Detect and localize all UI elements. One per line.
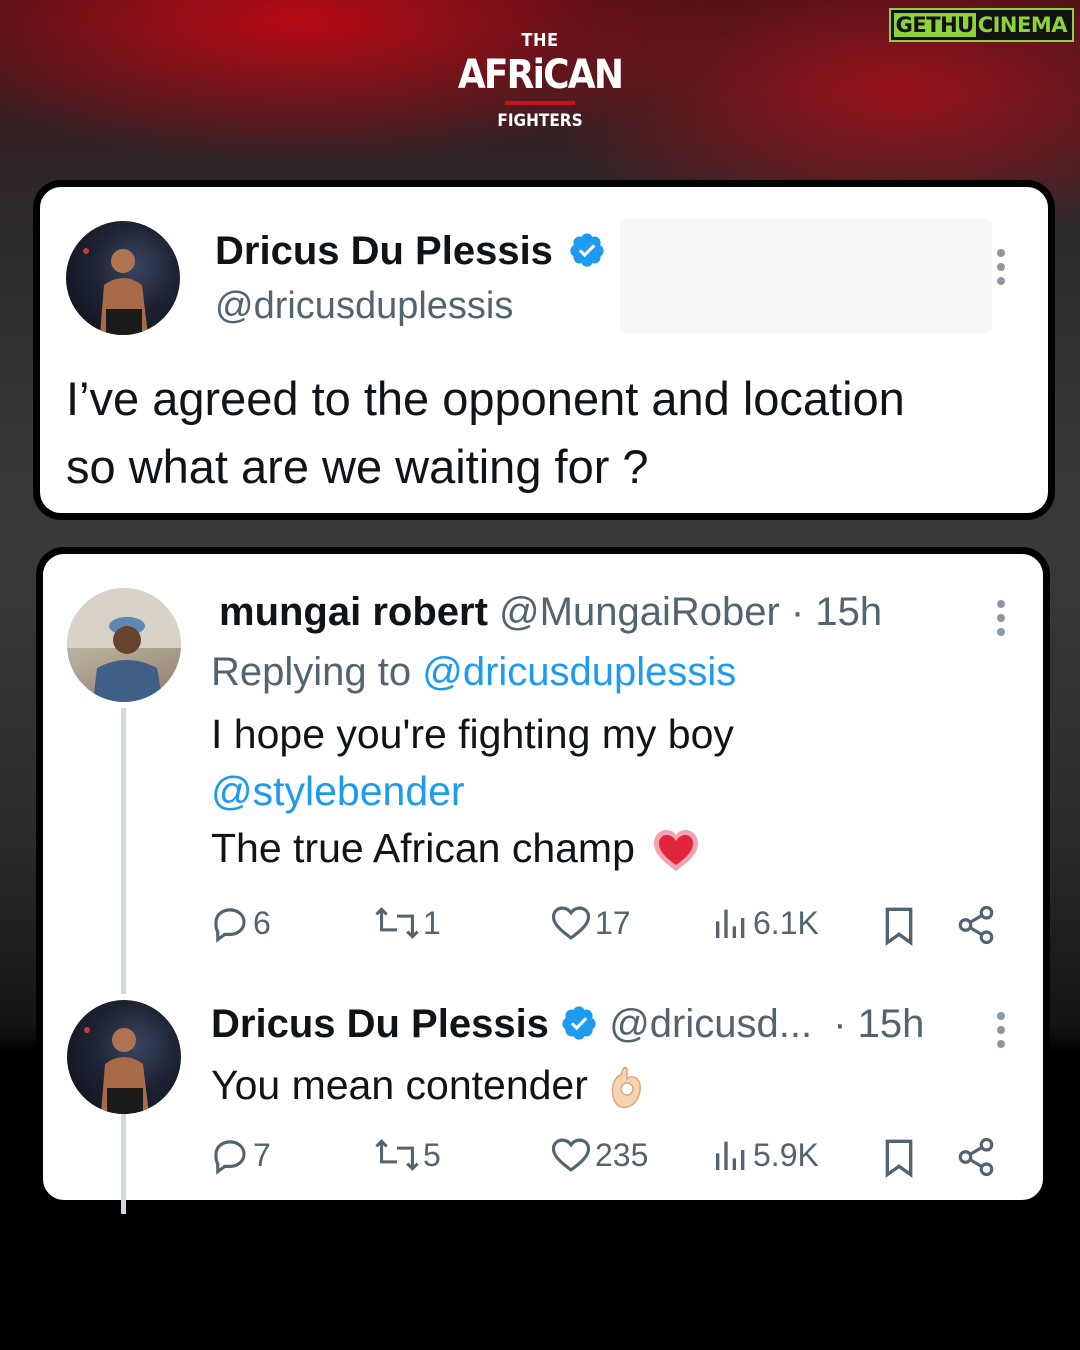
reply1-text-line1: I hope you're fighting my boy bbox=[211, 711, 734, 757]
replying-to: Replying to @dricusduplessis bbox=[211, 650, 736, 695]
reply1-author-handle[interactable]: @MungaiRober bbox=[499, 590, 780, 634]
tweet-text: I’ve agreed to the opponent and location… bbox=[66, 365, 905, 501]
african-fighters-logo: THE AFRiCAN FIGHTERS bbox=[440, 30, 640, 131]
thread-connector bbox=[121, 708, 126, 994]
views-count: 5.9K bbox=[753, 1136, 819, 1173]
more-options-icon[interactable] bbox=[997, 1012, 1007, 1054]
reply1-time[interactable]: · 15h bbox=[791, 590, 882, 634]
share-button[interactable] bbox=[955, 1136, 997, 1178]
bookmark-button[interactable] bbox=[881, 1138, 917, 1178]
tweet-text-line1: I’ve agreed to the opponent and location bbox=[66, 372, 905, 425]
bookmark-icon bbox=[885, 1139, 913, 1178]
logo-main: AFRiCAN bbox=[457, 52, 624, 98]
like-button[interactable]: 17 bbox=[549, 902, 631, 944]
redacted-area bbox=[620, 219, 992, 333]
more-options-icon[interactable] bbox=[997, 249, 1007, 291]
verified-badge-icon bbox=[570, 233, 604, 268]
thread-connector-lower bbox=[121, 1114, 126, 1214]
reply1-author-name[interactable]: mungai robert bbox=[219, 590, 488, 634]
replies-card: mungai robert @MungaiRober · 15h Replyin… bbox=[36, 547, 1050, 1214]
author-name[interactable]: Dricus Du Plessis bbox=[215, 229, 606, 274]
avatar[interactable] bbox=[67, 588, 181, 702]
gethucinema-watermark: GETHU CINEMA bbox=[888, 8, 1074, 42]
logo-underline bbox=[505, 101, 575, 105]
watermark-part1: GETHU bbox=[893, 13, 976, 37]
replying-to-prefix: Replying to bbox=[211, 650, 423, 694]
reply2-text: You mean contender bbox=[211, 1058, 647, 1112]
replying-to-handle[interactable]: @dricusduplessis bbox=[422, 650, 736, 694]
repost-button[interactable]: 1 bbox=[373, 902, 441, 944]
reply1-text: I hope you're fighting my boy @stylebend… bbox=[211, 706, 734, 877]
author-handle[interactable]: @dricusduplessis bbox=[215, 285, 513, 328]
reply-count: 7 bbox=[253, 1136, 271, 1173]
reply-button[interactable]: 7 bbox=[209, 1134, 271, 1176]
heart-emoji-icon bbox=[654, 830, 699, 872]
avatar[interactable] bbox=[67, 1000, 181, 1114]
like-count: 17 bbox=[595, 904, 631, 941]
like-count: 235 bbox=[595, 1136, 649, 1173]
logo-top: THE bbox=[521, 30, 559, 51]
user-avatar-icon bbox=[67, 588, 181, 702]
verified-badge-icon bbox=[562, 1006, 596, 1041]
reply1-text-line3-text: The true African champ bbox=[211, 825, 635, 871]
mention-link[interactable]: @stylebender bbox=[211, 763, 734, 820]
share-icon bbox=[958, 905, 994, 945]
logo-bottom: FIGHTERS bbox=[497, 111, 583, 131]
reply2-time[interactable]: · 15h bbox=[833, 1002, 924, 1046]
watermark-part2: CINEMA bbox=[977, 13, 1068, 37]
author-name-text: Dricus Du Plessis bbox=[215, 229, 553, 273]
repost-icon bbox=[375, 1139, 419, 1171]
like-icon bbox=[551, 1138, 591, 1172]
views-button[interactable]: 5.9K bbox=[711, 1134, 819, 1176]
reply-icon bbox=[214, 908, 246, 943]
ok-hand-emoji-icon bbox=[612, 1067, 642, 1109]
reply-count: 6 bbox=[253, 904, 271, 941]
tweet-text-line2: so what are we waiting for ? bbox=[66, 440, 649, 493]
repost-button[interactable]: 5 bbox=[373, 1134, 441, 1176]
reply1-header: mungai robert @MungaiRober · 15h bbox=[219, 590, 882, 635]
main-tweet-card[interactable]: Dricus Du Plessis @dricusduplessis I’ve … bbox=[33, 180, 1055, 520]
views-count: 6.1K bbox=[753, 904, 819, 941]
bookmark-button[interactable] bbox=[881, 906, 917, 946]
reply2-author-name[interactable]: Dricus Du Plessis bbox=[211, 1002, 549, 1046]
repost-count: 5 bbox=[423, 1136, 441, 1173]
views-button[interactable]: 6.1K bbox=[711, 902, 819, 944]
reply2-text-content: You mean contender bbox=[211, 1062, 588, 1108]
like-icon bbox=[551, 906, 591, 940]
reply2-header: Dricus Du Plessis @dricusd... · 15h bbox=[211, 1002, 924, 1047]
avatar[interactable] bbox=[66, 221, 180, 335]
bookmark-icon bbox=[885, 907, 913, 946]
views-icon bbox=[716, 909, 745, 938]
reply1-text-line3: The true African champ bbox=[211, 820, 734, 877]
more-options-icon[interactable] bbox=[997, 600, 1007, 642]
views-icon bbox=[716, 1141, 745, 1170]
repost-icon bbox=[375, 907, 419, 939]
fighter-avatar-icon bbox=[84, 1027, 149, 1114]
like-button[interactable]: 235 bbox=[549, 1134, 648, 1176]
share-icon bbox=[958, 1137, 994, 1177]
fighter-avatar-icon bbox=[83, 248, 148, 335]
repost-count: 1 bbox=[423, 904, 441, 941]
reply2-author-handle[interactable]: @dricusd... bbox=[609, 1002, 812, 1046]
share-button[interactable] bbox=[955, 904, 997, 946]
reply-button[interactable]: 6 bbox=[209, 902, 271, 944]
reply-icon bbox=[214, 1140, 246, 1175]
